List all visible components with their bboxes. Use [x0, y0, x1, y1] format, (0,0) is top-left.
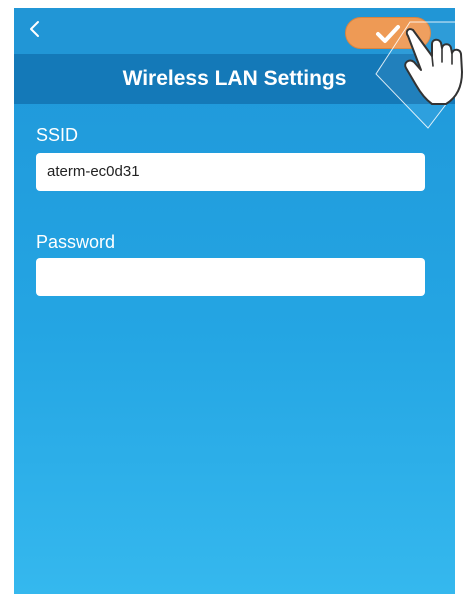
chevron-left-icon — [30, 21, 39, 37]
password-label: Password — [36, 232, 116, 252]
page-title: Wireless LAN Settings — [122, 67, 347, 90]
top-bar — [14, 8, 455, 54]
checkmark-icon — [376, 25, 400, 43]
app-screen: Wireless LAN Settings SSID aterm-ec0d31 … — [14, 8, 455, 594]
ssid-field[interactable]: aterm-ec0d31 — [36, 153, 425, 191]
back-button[interactable] — [20, 14, 50, 44]
password-field[interactable] — [36, 258, 425, 296]
confirm-button[interactable] — [345, 17, 431, 49]
ssid-label: SSID — [36, 125, 79, 145]
